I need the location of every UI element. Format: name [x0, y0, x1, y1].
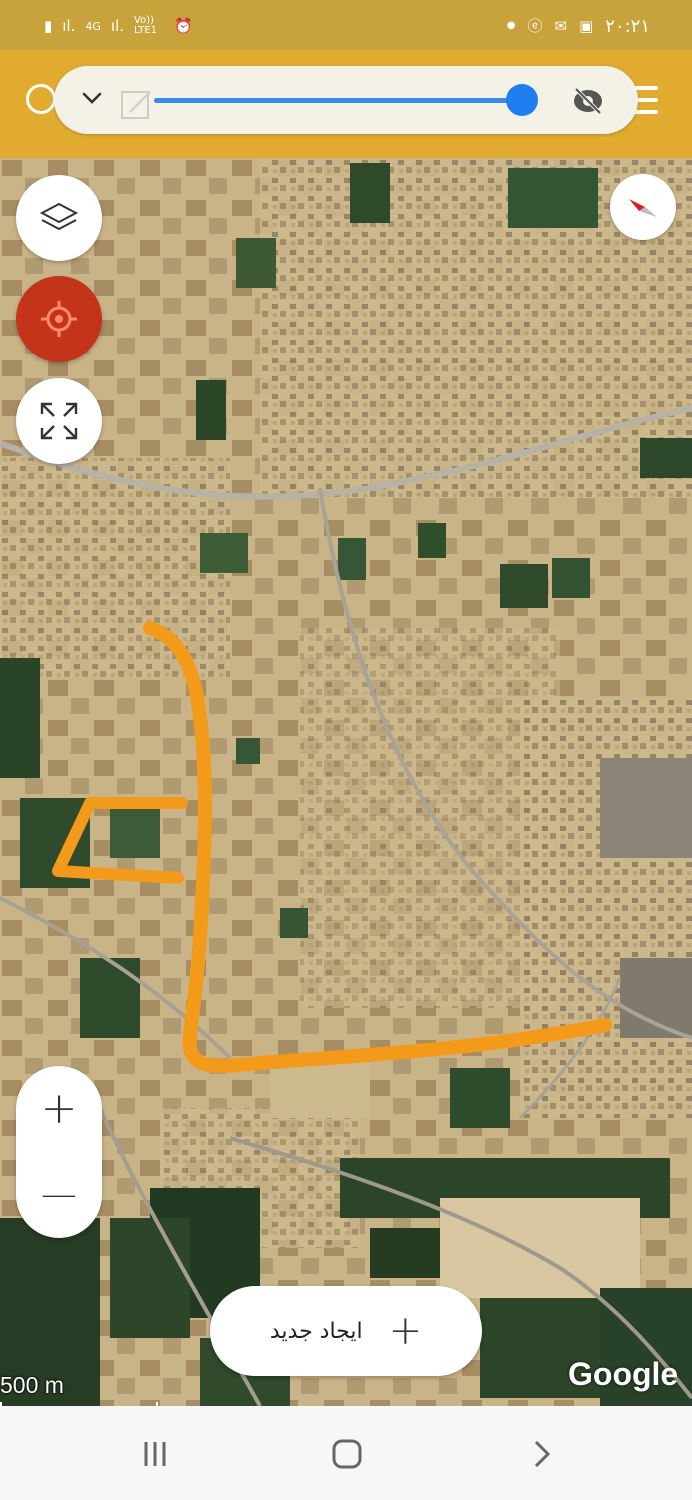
search-icon[interactable]	[26, 84, 56, 114]
fullscreen-button[interactable]	[16, 378, 102, 464]
my-location-button[interactable]	[16, 276, 102, 362]
my-location-icon	[41, 301, 77, 337]
status-time: ۲۰:۲۱	[605, 15, 650, 37]
compass-icon	[629, 199, 657, 217]
visibility-off-icon[interactable]	[572, 86, 604, 116]
chevron-down-icon[interactable]	[80, 86, 104, 110]
plus-icon: +	[388, 1308, 423, 1354]
zoom-control: + —	[16, 1066, 102, 1238]
satellite-map[interactable]	[0, 158, 692, 1406]
network-4g: 4G	[85, 19, 101, 33]
system-nav-bar	[0, 1406, 692, 1500]
image-icon: ▣	[579, 16, 594, 35]
zoom-in-button[interactable]: +	[16, 1066, 102, 1152]
google-logo: Google	[568, 1356, 679, 1392]
recent-apps-icon[interactable]	[135, 1434, 175, 1474]
map-scale: 500 m	[0, 1372, 158, 1408]
home-icon[interactable]	[327, 1434, 367, 1474]
back-icon[interactable]	[522, 1434, 562, 1474]
message-icon: ✉	[554, 16, 568, 35]
layers-ghost-icon	[121, 91, 151, 119]
edge-icon: ⓔ	[527, 16, 543, 35]
battery-icon: ▮	[44, 16, 53, 35]
signal-icon-2: ıl.	[110, 16, 125, 35]
zoom-out-button[interactable]: —	[16, 1152, 102, 1238]
status-right: ● ⓔ ✉ ▣ ۲۰:۲۱	[507, 12, 650, 40]
network-lte: Vo)) LTE1	[134, 15, 157, 36]
create-new-label: ایجاد جدید	[269, 1318, 363, 1344]
alarm-icon: ⏰	[174, 16, 193, 35]
signal-icon: ıl.	[62, 16, 76, 35]
create-new-button[interactable]: ایجاد جدید +	[210, 1286, 482, 1376]
fullscreen-icon	[40, 402, 78, 440]
status-left: ▮ ıl. 4G ıl. Vo)) LTE1 ⏰	[44, 12, 193, 40]
dot-icon: ●	[506, 20, 516, 31]
status-bar: ▮ ıl. 4G ıl. Vo)) LTE1 ⏰ ● ⓔ ✉ ▣ ۲۰:۲۱	[0, 0, 692, 50]
layers-icon	[39, 202, 79, 231]
slider-fill	[154, 98, 523, 103]
layers-button[interactable]	[16, 175, 102, 261]
compass-button[interactable]	[610, 174, 676, 240]
